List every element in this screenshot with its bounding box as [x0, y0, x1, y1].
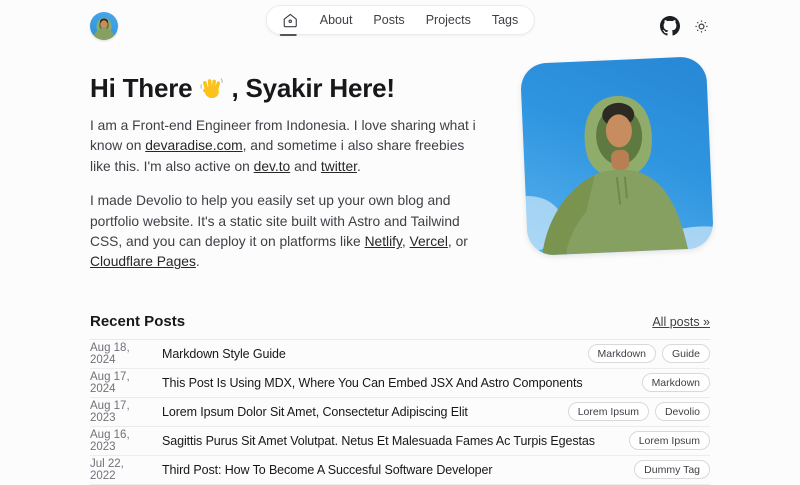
- main-nav: About Posts Projects Tags: [266, 5, 535, 35]
- nav-link-tags[interactable]: Tags: [492, 13, 518, 27]
- post-title-link[interactable]: Sagittis Purus Sit Amet Volutpat. Netus …: [162, 434, 619, 448]
- title-pre: Hi There: [90, 72, 192, 104]
- recent-posts-section: Recent Posts All posts » Aug 18, 2024 Ma…: [90, 313, 710, 485]
- recent-posts-header: Recent Posts All posts »: [90, 313, 710, 340]
- text-segment: and: [290, 159, 321, 174]
- hero-paragraph-2: I made Devolio to help you easily set up…: [90, 191, 480, 273]
- post-row: Aug 17, 2024 This Post Is Using MDX, Whe…: [90, 369, 710, 398]
- all-posts-link[interactable]: All posts »: [652, 315, 710, 329]
- link-cloudflare-pages[interactable]: Cloudflare Pages: [90, 254, 196, 269]
- title-post: , Syakir Here!: [231, 72, 394, 104]
- post-date: Aug 18, 2024: [90, 342, 152, 366]
- tag-pill[interactable]: Devolio: [655, 402, 710, 421]
- post-tags: Markdown Guide: [588, 344, 710, 363]
- tag-pill[interactable]: Lorem Ipsum: [568, 402, 649, 421]
- link-devto[interactable]: dev.to: [254, 159, 291, 174]
- post-date: Jul 22, 2022: [90, 458, 152, 482]
- post-tags: Lorem Ipsum Devolio: [568, 402, 710, 421]
- tag-pill[interactable]: Guide: [662, 344, 710, 363]
- post-date: Aug 17, 2023: [90, 400, 152, 424]
- link-devaradise[interactable]: devaradise.com: [145, 138, 242, 153]
- post-title-link[interactable]: Markdown Style Guide: [162, 347, 578, 361]
- link-twitter[interactable]: twitter: [321, 159, 357, 174]
- text-segment: .: [357, 159, 361, 174]
- link-vercel[interactable]: Vercel: [410, 234, 448, 249]
- active-page-indicator: [280, 34, 297, 37]
- post-title-link[interactable]: Lorem Ipsum Dolor Sit Amet, Consectetur …: [162, 405, 558, 419]
- post-title-link[interactable]: Third Post: How To Become A Succesful So…: [162, 463, 624, 477]
- post-row: Jul 22, 2022 Third Post: How To Become A…: [90, 456, 710, 485]
- post-title-link[interactable]: This Post Is Using MDX, Where You Can Em…: [162, 376, 632, 390]
- recent-posts-list: Aug 18, 2024 Markdown Style Guide Markdo…: [90, 340, 710, 485]
- top-icons: [660, 16, 710, 36]
- home-icon: [282, 12, 299, 29]
- page-container: About Posts Projects Tags: [90, 6, 710, 485]
- post-tags: Lorem Ipsum: [629, 431, 710, 450]
- page-title: Hi There , Syakir Here!: [90, 72, 480, 104]
- post-tags: Markdown: [642, 373, 710, 392]
- text-segment: , or: [448, 234, 468, 249]
- recent-posts-title: Recent Posts: [90, 313, 185, 330]
- avatar-photo: [90, 12, 118, 40]
- hero-photo-illustration: [520, 56, 714, 256]
- sun-icon: [693, 18, 710, 35]
- post-row: Aug 16, 2023 Sagittis Purus Sit Amet Vol…: [90, 427, 710, 456]
- avatar[interactable]: [90, 12, 118, 40]
- tag-pill[interactable]: Dummy Tag: [634, 460, 710, 479]
- post-tags: Dummy Tag: [634, 460, 710, 479]
- theme-toggle-button[interactable]: [693, 18, 710, 35]
- github-link[interactable]: [660, 16, 680, 36]
- post-date: Aug 17, 2024: [90, 371, 152, 395]
- text-segment: ,: [402, 234, 410, 249]
- nav-link-about[interactable]: About: [320, 13, 353, 27]
- hero-paragraph-1: I am a Front-end Engineer from Indonesia…: [90, 116, 480, 177]
- post-row: Aug 18, 2024 Markdown Style Guide Markdo…: [90, 340, 710, 369]
- text-segment: .: [196, 254, 200, 269]
- hero-photo: [520, 56, 714, 256]
- link-netlify[interactable]: Netlify: [365, 234, 402, 249]
- post-row: Aug 17, 2023 Lorem Ipsum Dolor Sit Amet,…: [90, 398, 710, 427]
- nav-link-posts[interactable]: Posts: [373, 13, 404, 27]
- hero-text: Hi There , Syakir Here! I am a Front-end: [90, 46, 480, 287]
- tag-pill[interactable]: Markdown: [642, 373, 710, 392]
- top-navigation-bar: About Posts Projects Tags: [90, 6, 710, 46]
- tag-pill[interactable]: Markdown: [588, 344, 656, 363]
- hero-section: Hi There , Syakir Here! I am a Front-end: [90, 46, 710, 287]
- waving-hand-emoji: [198, 75, 225, 102]
- github-icon: [660, 16, 680, 36]
- post-date: Aug 16, 2023: [90, 429, 152, 453]
- nav-link-projects[interactable]: Projects: [426, 13, 471, 27]
- tag-pill[interactable]: Lorem Ipsum: [629, 431, 710, 450]
- nav-home-link[interactable]: [282, 12, 299, 29]
